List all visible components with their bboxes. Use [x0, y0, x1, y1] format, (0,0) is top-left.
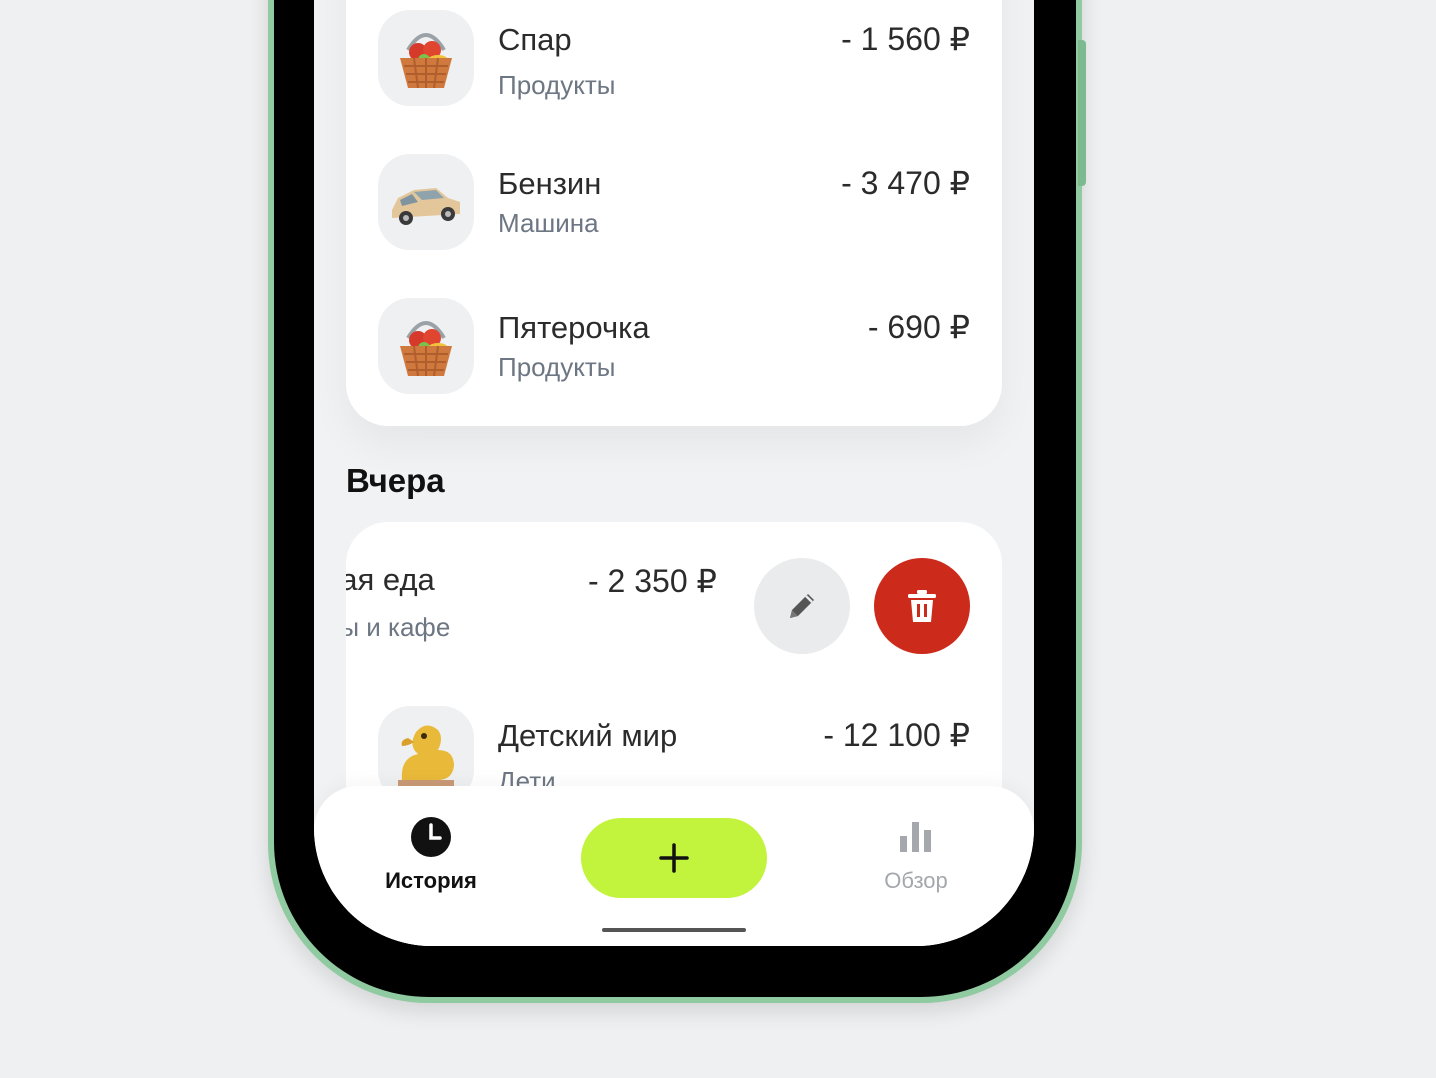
trash-icon	[908, 590, 936, 622]
transaction-amount: - 12 100 ₽	[823, 717, 970, 753]
bar-chart-icon	[900, 822, 931, 852]
transaction-row[interactable]: Пятерочка Продукты - 690 ₽	[346, 298, 1002, 398]
tab-history[interactable]: История	[361, 816, 501, 906]
plus-icon	[659, 843, 689, 873]
home-indicator	[602, 928, 746, 932]
transaction-category: Продукты	[498, 352, 616, 382]
transaction-category: ны и кафе	[346, 612, 451, 642]
delete-button[interactable]	[874, 558, 970, 654]
app-screen: Спар Продукты - 1 560 ₽ Бензин Машина - …	[314, 0, 1034, 946]
phone-side-button	[1078, 40, 1086, 186]
section-title-yesterday: Вчера	[346, 462, 445, 499]
transaction-category: Продукты	[498, 70, 616, 100]
transaction-amount: - 2 350 ₽	[588, 563, 717, 599]
basket-icon	[378, 10, 474, 106]
tab-overview[interactable]: Обзор	[846, 816, 986, 906]
basket-icon	[378, 298, 474, 394]
tab-overview-label: Обзор	[884, 868, 948, 893]
today-transactions-card: Спар Продукты - 1 560 ₽ Бензин Машина - …	[346, 0, 1002, 426]
transaction-title: кая еда	[346, 562, 435, 597]
edit-button[interactable]	[754, 558, 850, 654]
transaction-row[interactable]: Спар Продукты - 1 560 ₽	[346, 10, 1002, 110]
car-icon	[378, 154, 474, 250]
bottom-tab-bar: История Обзор	[314, 786, 1034, 946]
add-transaction-button[interactable]	[581, 818, 767, 898]
pencil-icon	[790, 594, 814, 618]
transaction-row[interactable]: Бензин Машина - 3 470 ₽	[346, 154, 1002, 254]
swiped-transaction-row[interactable]: кая еда ны и кафе - 2 350 ₽	[346, 522, 1002, 682]
tab-history-label: История	[385, 868, 477, 893]
transaction-title: Детский мир	[498, 718, 678, 753]
transaction-title: Спар	[498, 22, 572, 57]
transaction-amount: - 690 ₽	[867, 309, 970, 345]
transaction-category: Машина	[498, 208, 599, 238]
transaction-title: Пятерочка	[498, 310, 650, 345]
transaction-title: Бензин	[498, 166, 602, 201]
clock-icon	[411, 817, 451, 857]
transaction-amount: - 3 470 ₽	[841, 165, 970, 201]
transaction-amount: - 1 560 ₽	[841, 21, 970, 57]
